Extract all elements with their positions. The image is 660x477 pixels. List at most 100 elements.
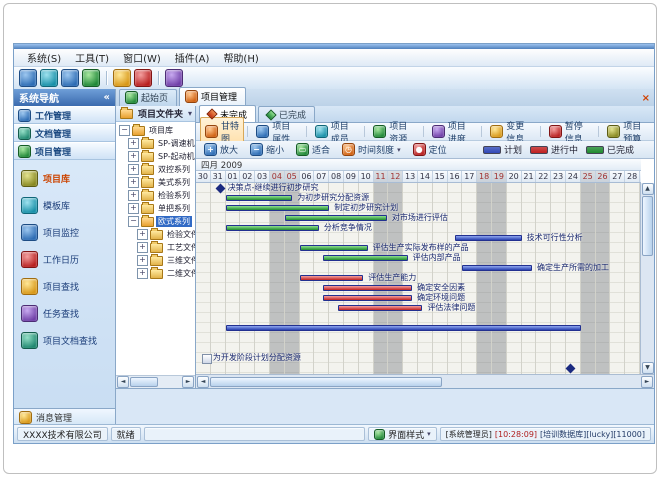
tree-node[interactable]: −项目库 [116, 124, 195, 137]
gantt-bar[interactable] [226, 195, 293, 201]
gantt-bar[interactable] [300, 275, 364, 281]
scroll-right-icon[interactable]: ► [641, 376, 653, 388]
menu-tools[interactable]: 工具(T) [68, 48, 116, 67]
tree-node[interactable]: +双控系列 [116, 163, 195, 176]
gantt-bar[interactable] [323, 255, 407, 261]
timescale-button[interactable]: ◷时间刻度▾ [338, 142, 405, 157]
task-label: 为初步研究分配资源 [297, 193, 369, 203]
nav-item-task-search[interactable]: 任务查找 [14, 304, 115, 323]
menu-system[interactable]: 系统(S) [20, 48, 68, 67]
tree-node[interactable]: + SP-调速机系列 [116, 137, 195, 150]
day-header-27: 27 [610, 171, 625, 182]
tree-toggle-icon[interactable]: + [128, 151, 139, 162]
tree-node[interactable]: +工艺文件 [116, 241, 195, 254]
section-document-management[interactable]: 文档管理 [14, 124, 115, 142]
vscroll-thumb[interactable] [642, 196, 653, 256]
tree-toggle-icon[interactable]: + [128, 203, 139, 214]
menu-window[interactable]: 窗口(W) [116, 48, 168, 67]
hscroll-thumb[interactable] [210, 377, 442, 387]
month-label: 四月 2009 [201, 159, 242, 171]
tree-node[interactable]: + 检验文件 [116, 228, 195, 241]
gantt-bar[interactable] [285, 215, 387, 221]
folder-panel-menu-icon[interactable]: ▾ [188, 109, 192, 118]
window-icon[interactable] [40, 69, 58, 87]
lock-icon[interactable] [113, 69, 131, 87]
section-work-management[interactable]: 工作管理 [14, 106, 115, 124]
tree-toggle-icon[interactable]: − [119, 125, 130, 136]
scroll-down-icon[interactable]: ▼ [642, 362, 654, 374]
tree-node[interactable]: +SP-起动机系列 [116, 150, 195, 163]
scroll-left-icon[interactable]: ◄ [197, 376, 209, 388]
gantt-bar[interactable] [323, 295, 412, 301]
tree-node[interactable]: − 欧式系列 [116, 215, 195, 228]
tree-node[interactable]: +二维文件 [116, 267, 195, 280]
tab-project-management[interactable]: 项目管理 [179, 87, 246, 106]
menu-plugins[interactable]: 插件(A) [168, 48, 217, 67]
tab-close-button[interactable]: × [642, 93, 650, 104]
zoom-out-button[interactable]: −缩小 [246, 142, 288, 157]
tree-node[interactable]: +单把系列 [116, 202, 195, 215]
cascade-icon[interactable] [61, 69, 79, 87]
tree-scroll-thumb[interactable] [130, 377, 158, 387]
refresh-icon[interactable] [82, 69, 100, 87]
message-panel-label: 消息管理 [36, 411, 72, 424]
legend-item: 已完成 [586, 143, 634, 156]
nav-collapse-icon[interactable]: « [104, 92, 110, 103]
task-label: 对市场进行评估 [392, 213, 448, 223]
tree-node-label: 检验文件 [165, 229, 195, 240]
fit-button[interactable]: ▭适合 [292, 142, 334, 157]
section-project-management[interactable]: 项目管理 [14, 142, 115, 160]
zoom-in-button[interactable]: +放大 [200, 142, 242, 157]
gantt-bar[interactable] [338, 305, 422, 311]
tree-toggle-icon[interactable]: + [128, 190, 139, 201]
tree-node-label: SP-调速机系列 [156, 138, 195, 149]
tree-node[interactable]: +三维文件 [116, 254, 195, 267]
tree-node[interactable]: +美式系列 [116, 176, 195, 189]
gantt-bar[interactable] [462, 265, 532, 271]
nav-items: 项目库模板库项目监控工作日历项目查找任务查找项目文档查找 [14, 160, 115, 408]
nav-item-project-doc-search-label: 项目文档查找 [43, 334, 97, 347]
main-content: 项目文件夹 ▾ −项目库+SP-调速机系列+SP-起动机系列+双控系列+美式系列… [116, 106, 654, 389]
tree-toggle-icon[interactable]: + [137, 242, 148, 253]
tree-toggle-icon[interactable]: + [128, 177, 139, 188]
nav-item-work-calendar[interactable]: 工作日历 [14, 250, 115, 269]
tree-toggle-icon[interactable]: − [128, 216, 139, 227]
gantt-bar[interactable] [226, 325, 581, 331]
nav-item-project-library[interactable]: 项目库 [14, 169, 115, 188]
gantt-bar[interactable] [226, 205, 330, 211]
nav-item-project-monitor[interactable]: 项目监控 [14, 223, 115, 242]
scroll-right-icon[interactable]: ► [182, 376, 194, 388]
tree-node[interactable]: +检验系列 [116, 189, 195, 202]
gantt-bar[interactable] [226, 225, 319, 231]
nav-item-project-search-label: 项目查找 [43, 280, 79, 293]
nav-item-project-search[interactable]: 项目查找 [14, 277, 115, 296]
status-style-selector[interactable]: 界面样式 ▾ [368, 427, 437, 441]
tab-start-page[interactable]: 起始页 [119, 89, 177, 106]
task-label: 决策点-继续进行初步研究 [228, 183, 319, 193]
monitor-icon [21, 224, 38, 241]
task-label: 评估生产能力 [368, 273, 416, 283]
tree-toggle-icon[interactable]: + [137, 229, 148, 240]
folder-icon [150, 256, 163, 266]
legend-chip [586, 146, 604, 154]
tree-toggle-icon[interactable]: + [137, 255, 148, 266]
gantt-bar[interactable] [323, 285, 412, 291]
exit-icon[interactable] [134, 69, 152, 87]
tree-node-label: 欧式系列 [156, 216, 192, 227]
tree-toggle-icon[interactable]: + [137, 268, 148, 279]
day-header-10: 10 [359, 171, 374, 182]
message-panel-tab[interactable]: 消息管理 [14, 408, 115, 425]
nav-item-project-doc-search[interactable]: 项目文档查找 [14, 331, 115, 350]
menu-help[interactable]: 帮助(H) [216, 48, 265, 67]
scroll-left-icon[interactable]: ◄ [117, 376, 129, 388]
tree-toggle-icon[interactable]: + [128, 138, 139, 149]
gantt-bar[interactable] [455, 235, 522, 241]
gantt-bar[interactable] [300, 245, 368, 251]
day-column-03 [255, 183, 270, 374]
tree-toggle-icon[interactable]: + [128, 164, 139, 175]
new-icon[interactable] [19, 69, 37, 87]
locate-button[interactable]: ●定位 [409, 142, 451, 157]
help-icon[interactable] [165, 69, 183, 87]
scroll-up-icon[interactable]: ▲ [642, 183, 654, 195]
nav-item-template-library[interactable]: 模板库 [14, 196, 115, 215]
